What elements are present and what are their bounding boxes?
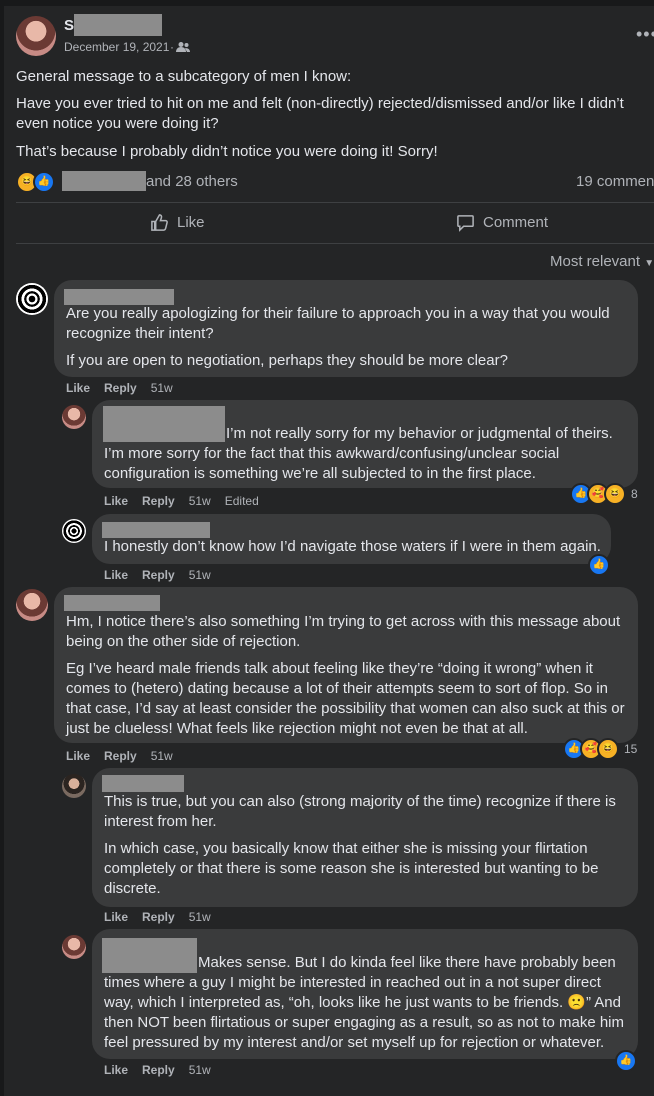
comment-time[interactable]: 51w <box>189 910 211 924</box>
comment-actions: Like Reply 51w <box>104 1063 225 1077</box>
comment-text-line: This is true, but you can also (strong m… <box>104 793 616 810</box>
comment-icon <box>457 215 474 232</box>
comment-reply-link[interactable]: Reply <box>142 910 175 924</box>
comment-text-line: being on the other side of rejection. <box>66 633 301 650</box>
reactions-text[interactable]: and 28 others <box>146 173 238 190</box>
haha-reaction-icon: 😆 <box>604 483 626 505</box>
post-paragraph-1: General message to a subcategory of men … <box>16 68 352 85</box>
post-paragraph-3: That’s because I probably didn’t notice … <box>16 143 438 160</box>
comment-text-line: recognize their intent? <box>66 325 214 342</box>
like-reaction-icon: 👍 <box>33 171 55 193</box>
comment-text-line: configuration is something we’re all sub… <box>104 465 536 482</box>
comment-like-link[interactable]: Like <box>104 910 128 924</box>
redacted-commenter-name <box>64 595 160 611</box>
divider-bottom <box>16 243 654 244</box>
like-button[interactable]: Like <box>150 213 205 232</box>
divider-top <box>16 202 654 203</box>
author-name[interactable]: S <box>64 17 74 34</box>
redacted-commenter-name <box>102 775 184 792</box>
commenter-avatar[interactable] <box>62 405 86 429</box>
comment-text-line: completely or that there is some reason … <box>104 860 599 877</box>
comment-reactions[interactable]: 👍 🥰 😆 8 <box>570 483 638 505</box>
comment-reply-link[interactable]: Reply <box>142 1063 175 1077</box>
author-avatar[interactable] <box>16 16 56 56</box>
comment-text-line: times where a guy I might be interested … <box>104 974 601 991</box>
comment-text-line: Makes sense. But I do kinda feel like th… <box>198 954 616 971</box>
comment-time[interactable]: 51w <box>189 568 211 582</box>
post-reactions[interactable]: 😆 👍 <box>16 171 55 193</box>
audience-separator: · <box>170 40 174 54</box>
more-icon[interactable]: ••• <box>636 24 654 45</box>
comment-reply-link[interactable]: Reply <box>142 568 175 582</box>
commenter-avatar[interactable] <box>16 283 48 315</box>
comment-time[interactable]: 51w <box>151 381 173 395</box>
redacted-commenter-name <box>102 938 197 973</box>
comment-label: Comment <box>483 214 549 231</box>
comment-reactions[interactable]: 👍 🥰 😆 15 <box>563 738 637 760</box>
comment-actions: Like Reply 51w <box>104 568 225 582</box>
redacted-author-name <box>74 14 162 36</box>
comment-text-line: Eg I’ve heard male friends talk about fe… <box>66 660 593 677</box>
reaction-count: 15 <box>624 742 638 756</box>
comment-like-link[interactable]: Like <box>66 749 90 763</box>
comment-like-link[interactable]: Like <box>104 494 128 508</box>
comment-reactions[interactable]: 👍 <box>615 1050 637 1072</box>
comment-text-line: I’m more sorry for the fact that this aw… <box>104 445 560 462</box>
comment-time[interactable]: 51w <box>189 494 211 508</box>
comment-text-line: comes to (hetero) dating because a lot o… <box>66 680 608 697</box>
comment-text-line: Hm, I notice there’s also something I’m … <box>66 613 621 630</box>
comment-time[interactable]: 51w <box>151 749 173 763</box>
post-date[interactable]: December 19, 2021 <box>64 40 169 54</box>
commenter-avatar[interactable] <box>62 519 86 543</box>
comment-reply-link[interactable]: Reply <box>104 749 137 763</box>
comment-actions: Like Reply 51w Edited <box>104 494 273 508</box>
comment-time[interactable]: 51w <box>189 1063 211 1077</box>
comment-reactions[interactable]: 👍 <box>588 554 610 576</box>
comment-like-link[interactable]: Like <box>104 1063 128 1077</box>
redacted-commenter-name <box>103 406 225 442</box>
comment-text-line: discrete. <box>104 880 161 897</box>
comment-text-line: I honestly don’t know how I’d navigate t… <box>104 538 601 555</box>
like-label: Like <box>177 214 205 231</box>
comment-reply-link[interactable]: Reply <box>104 381 137 395</box>
comment-reply-link[interactable]: Reply <box>142 494 175 508</box>
comment-text-line: Are you really apologizing for their fai… <box>66 305 610 322</box>
comment-text-line: If you are open to negotiation, perhaps … <box>66 352 508 369</box>
commenter-avatar[interactable] <box>16 589 48 621</box>
comment-text-line: just be clueless! What feels like reject… <box>66 720 528 737</box>
comment-text-line: I’m not really sorry for my behavior or … <box>226 425 613 442</box>
comment-button[interactable]: Comment <box>456 213 548 232</box>
post-paragraph-2: Have you ever tried to hit on me and fel… <box>16 95 624 132</box>
redacted-commenter-name <box>64 289 174 305</box>
comment-text-line: then NOT been flirtatious or super engag… <box>104 1014 625 1031</box>
comment-actions: Like Reply 51w <box>66 381 187 395</box>
comment-like-link[interactable]: Like <box>104 568 128 582</box>
friends-icon[interactable] <box>176 41 190 53</box>
reaction-count: 8 <box>631 487 638 501</box>
commenter-avatar[interactable] <box>62 774 86 798</box>
comment-like-link[interactable]: Like <box>66 381 90 395</box>
like-reaction-icon: 👍 <box>588 554 610 576</box>
sort-label: Most relevant <box>550 253 641 270</box>
redacted-commenter-name <box>102 522 210 538</box>
sort-dropdown[interactable]: Most relevant ▼ <box>550 253 654 270</box>
comment-text-line: way, which I interpreted as, “oh, looks … <box>104 994 621 1011</box>
chevron-down-icon: ▼ <box>644 258 654 269</box>
comment-text-line: interest from her. <box>104 813 217 830</box>
like-reaction-icon: 👍 <box>615 1050 637 1072</box>
comment-text-line: In which case, you basically know that e… <box>104 840 588 857</box>
comment-text-line: feel pressured by my interest and/or set… <box>104 1034 605 1051</box>
comment-actions: Like Reply 51w <box>66 749 187 763</box>
haha-reaction-icon: 😆 <box>597 738 619 760</box>
comments-count[interactable]: 19 commen <box>576 173 654 190</box>
commenter-avatar[interactable] <box>62 935 86 959</box>
comment-text-line: that case, I’d say at least consider the… <box>66 700 625 717</box>
comment-actions: Like Reply 51w <box>104 910 225 924</box>
redacted-reactor-name <box>62 171 146 191</box>
edited-label[interactable]: Edited <box>225 494 259 508</box>
thumbs-up-icon <box>151 214 168 231</box>
